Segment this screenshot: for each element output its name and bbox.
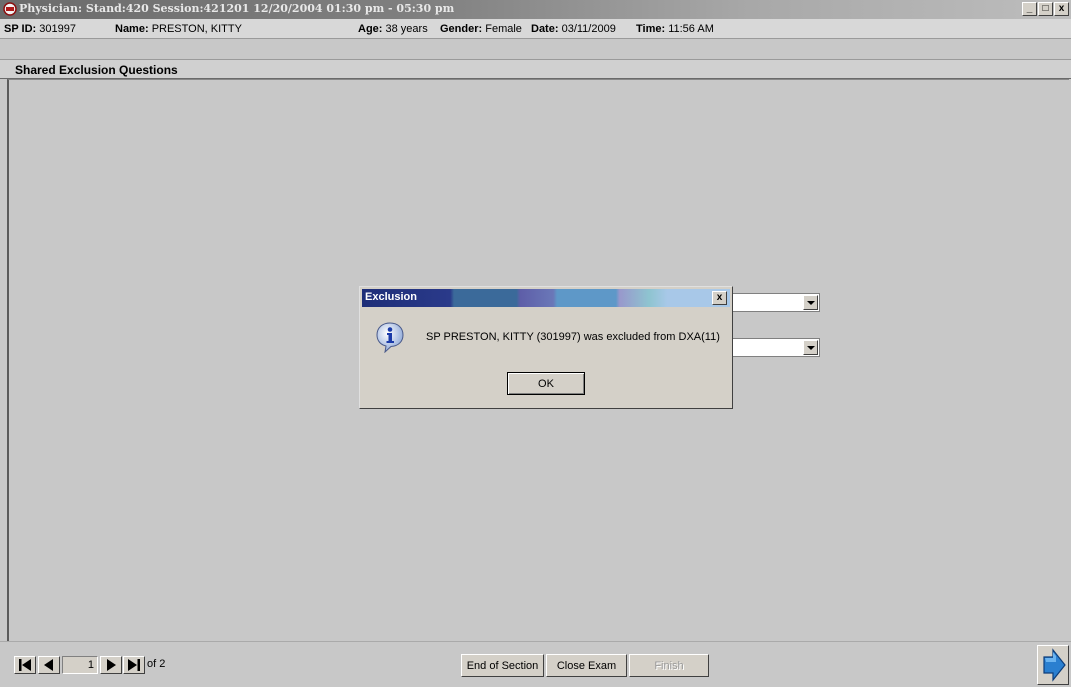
patient-age: Age: 38 years [358, 23, 428, 35]
patient-gender: Gender: Female [440, 23, 522, 35]
window-title: Physician: Stand:420 Session:421201 12/2… [19, 2, 455, 15]
date-label: Date: [531, 23, 559, 35]
next-arrow-icon [1043, 648, 1066, 682]
navigation-bar: 1 of 2 End of Section Close Exam Finish [0, 641, 1071, 687]
close-exam-button[interactable]: Close Exam [546, 654, 627, 677]
next-page-button[interactable] [100, 656, 122, 674]
next-page-icon [107, 659, 116, 671]
last-page-icon [128, 659, 140, 671]
sp-id: SP ID: 301997 [4, 23, 76, 35]
name-value: PRESTON, KITTY [151, 23, 242, 35]
exam-date: Date: 03/11/2009 [531, 23, 616, 35]
exclusion-dropdown-2[interactable] [730, 338, 820, 357]
gender-label: Gender: [440, 23, 483, 35]
chevron-down-icon[interactable] [803, 340, 818, 355]
time-label: Time: [636, 23, 666, 35]
last-page-button[interactable] [123, 656, 145, 674]
exam-time: Time: 11:56 AM [636, 23, 714, 35]
next-arrow-button[interactable] [1037, 645, 1069, 685]
date-value: 03/11/2009 [561, 23, 616, 35]
patient-name: Name: PRESTON, KITTY [115, 23, 242, 35]
age-label: Age: [358, 23, 383, 35]
info-icon [376, 322, 404, 353]
previous-page-button[interactable] [38, 656, 60, 674]
dialog-title: Exclusion [365, 291, 417, 303]
time-value: 11:56 AM [668, 23, 714, 35]
patient-info-bar: SP ID: 301997 Name: PRESTON, KITTY Age: … [0, 19, 1071, 39]
first-page-button[interactable] [14, 656, 36, 674]
title-bar[interactable]: Physician: Stand:420 Session:421201 12/2… [0, 0, 1071, 19]
maximize-button[interactable]: □ [1038, 2, 1053, 16]
name-label: Name: [115, 23, 149, 35]
sp-id-value: 301997 [39, 23, 76, 35]
app-window: Physician: Stand:420 Session:421201 12/2… [0, 0, 1071, 687]
chevron-down-icon[interactable] [803, 295, 818, 310]
finish-button[interactable]: Finish [629, 654, 709, 677]
age-value: 38 years [385, 23, 428, 35]
page-number-field[interactable]: 1 [62, 656, 98, 674]
window-controls: _ □ x [1021, 2, 1069, 17]
dialog-message: SP PRESTON, KITTY (301997) was excluded … [426, 331, 720, 343]
exclusion-dropdown-1[interactable] [730, 293, 820, 312]
minimize-button[interactable]: _ [1022, 2, 1037, 16]
previous-page-icon [44, 659, 53, 671]
gender-value: Female [485, 23, 522, 35]
app-icon [3, 2, 17, 16]
close-button[interactable]: x [1054, 2, 1069, 16]
ok-button[interactable]: OK [507, 372, 585, 395]
first-page-icon [19, 659, 31, 671]
dialog-title-bar[interactable]: Exclusion x [362, 289, 730, 307]
section-title: Shared Exclusion Questions [15, 63, 178, 77]
sp-id-label: SP ID: [4, 23, 37, 35]
section-header: Shared Exclusion Questions [0, 59, 1071, 79]
end-of-section-button[interactable]: End of Section [461, 654, 544, 677]
exclusion-dialog: Exclusion x SP PRESTON, KITTY (301997) w… [359, 286, 733, 409]
dialog-close-button[interactable]: x [712, 291, 727, 305]
page-count-label: of 2 [147, 658, 166, 670]
